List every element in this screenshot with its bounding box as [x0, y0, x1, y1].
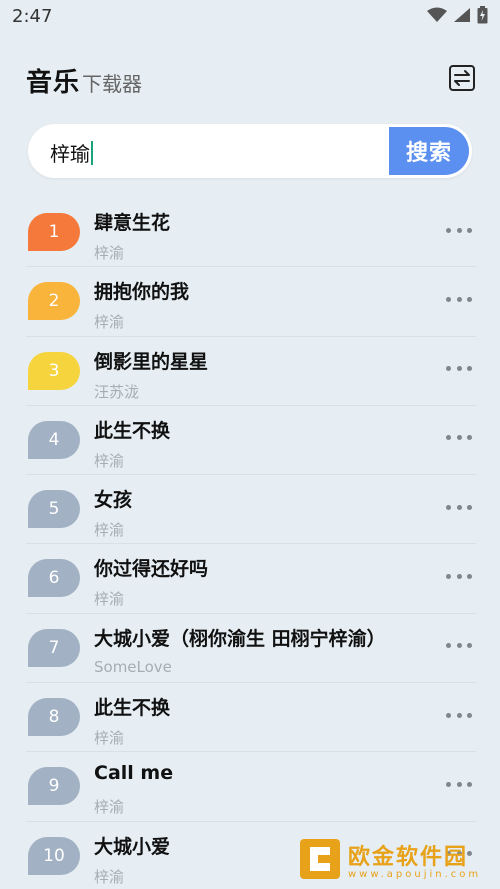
- watermark-logo-icon: [300, 839, 340, 879]
- song-list-item[interactable]: 6 你过得还好吗梓渝: [26, 544, 476, 614]
- more-options-icon[interactable]: [446, 432, 472, 444]
- song-artist: 梓渝: [94, 590, 125, 609]
- song-list-item[interactable]: 5 女孩梓渝: [26, 475, 476, 545]
- song-title: 大城小爱（栩你渝生 田栩宁梓渝）: [94, 627, 386, 650]
- song-list-item[interactable]: 3 倒影里的星星汪苏泷: [26, 337, 476, 406]
- song-artist: 梓渝: [94, 313, 125, 332]
- more-dot: [446, 504, 451, 510]
- more-options-icon[interactable]: [446, 501, 472, 513]
- more-dot: [467, 573, 472, 579]
- song-artist: SomeLove: [94, 657, 172, 676]
- search-input[interactable]: 梓瑜: [50, 138, 93, 167]
- status-time: 2:47: [12, 6, 53, 27]
- watermark-url: www.apoujin.com: [348, 868, 482, 880]
- song-artist: 梓渝: [94, 244, 125, 262]
- more-dot: [456, 643, 462, 649]
- more-dot: [467, 781, 472, 787]
- more-dot: [446, 227, 451, 233]
- rank-badge: 2: [28, 282, 80, 321]
- watermark-name: 欧金软件园: [348, 844, 469, 870]
- app-header: 音乐 下载器: [26, 62, 476, 102]
- song-list-item[interactable]: 4 此生不换梓渝: [26, 406, 476, 476]
- battery-icon: [477, 6, 488, 24]
- more-options-icon[interactable]: [446, 778, 472, 790]
- app-title: 音乐: [26, 68, 81, 98]
- more-dot: [446, 712, 451, 718]
- song-list: 1 肆意生花 梓渝 2 拥抱你的我 梓渝 3 倒影里的星星 汪苏泷 4 此生不换 梓渝 5 女孩 梓渝 6 你过…: [26, 198, 476, 889]
- app-title-group: 音乐 下载器: [26, 62, 142, 99]
- song-title: 大城小爱: [94, 835, 171, 858]
- song-artist: 梓渝: [94, 867, 125, 886]
- more-dot: [446, 573, 451, 579]
- song-title: 此生不换: [94, 697, 171, 720]
- more-options-icon[interactable]: [446, 224, 472, 236]
- song-artist: 梓渝: [94, 451, 125, 470]
- more-dot: [467, 227, 472, 233]
- search-button[interactable]: 搜索: [389, 127, 469, 175]
- song-list-item[interactable]: 8 此生不换梓渝: [26, 683, 476, 753]
- status-bar: 2:47: [0, 0, 500, 36]
- song-list-item[interactable]: 9 Call me 梓渝: [26, 752, 476, 822]
- more-dot: [446, 366, 451, 372]
- search-input-value: 梓瑜: [50, 142, 90, 166]
- rank-badge: 7: [28, 628, 80, 667]
- status-icons: [427, 6, 488, 24]
- song-title: Call me: [94, 762, 174, 785]
- app-screen: 2:47 音乐 下载器 梓瑜 搜索 1 肆意生花 梓渝 2 拥抱你的我 梓渝 3…: [0, 0, 500, 889]
- signal-icon: [454, 8, 470, 22]
- more-dot: [456, 366, 462, 372]
- rank-badge: 5: [28, 490, 80, 529]
- more-dot: [446, 296, 451, 302]
- song-title: 女孩: [94, 489, 133, 512]
- more-options-icon[interactable]: [446, 709, 472, 721]
- switch-source-icon[interactable]: [448, 64, 476, 92]
- more-options-icon[interactable]: [446, 363, 472, 375]
- song-title: 拥抱你的我: [94, 281, 190, 304]
- song-title: 肆意生花: [94, 212, 171, 234]
- song-artist: 汪苏泷: [94, 382, 140, 401]
- more-dot: [467, 504, 472, 510]
- more-dot: [467, 296, 472, 302]
- more-dot: [467, 366, 472, 372]
- more-dot: [456, 781, 462, 787]
- app-subtitle: 下载器: [82, 72, 143, 96]
- song-title: 倒影里的星星: [94, 350, 209, 373]
- song-list-item[interactable]: 7 大城小爱（栩你渝生 田栩宁梓渝） SomeLove: [26, 614, 476, 684]
- search-bar: 梓瑜 搜索: [28, 124, 472, 178]
- more-dot: [467, 712, 472, 718]
- rank-badge: 8: [28, 698, 80, 737]
- wifi-icon: [427, 7, 447, 22]
- song-artist: 梓渝: [94, 798, 125, 817]
- more-dot: [456, 573, 462, 579]
- rank-badge: 3: [28, 351, 80, 390]
- text-caret: [91, 140, 93, 165]
- more-dot: [456, 227, 462, 233]
- more-options-icon[interactable]: [446, 640, 472, 652]
- more-dot: [456, 296, 462, 302]
- song-title: 你过得还好吗: [94, 558, 209, 581]
- rank-badge: 6: [28, 559, 80, 598]
- more-dot: [446, 781, 451, 787]
- rank-badge: 9: [28, 767, 80, 806]
- more-dot: [456, 435, 462, 441]
- rank-badge: 4: [28, 420, 80, 459]
- rank-badge: 1: [28, 213, 80, 251]
- song-list-item[interactable]: 1 肆意生花梓渝: [26, 198, 476, 268]
- rank-badge: 10: [28, 836, 80, 875]
- watermark: 欧金软件园 www.apoujin.com: [298, 835, 494, 883]
- more-dot: [446, 435, 451, 441]
- song-title: 此生不换: [94, 419, 171, 442]
- watermark-text: 欧金软件园 www.apoujin.com: [348, 839, 481, 880]
- song-artist: 梓渝: [94, 729, 125, 748]
- more-dot: [456, 712, 462, 718]
- song-list-item[interactable]: 2 拥抱你的我梓渝: [26, 267, 476, 337]
- more-options-icon[interactable]: [446, 293, 472, 305]
- more-dot: [467, 435, 472, 441]
- song-artist: 梓渝: [94, 521, 125, 540]
- more-options-icon[interactable]: [446, 570, 472, 582]
- more-dot: [446, 643, 451, 649]
- more-dot: [467, 643, 472, 649]
- more-dot: [456, 504, 462, 510]
